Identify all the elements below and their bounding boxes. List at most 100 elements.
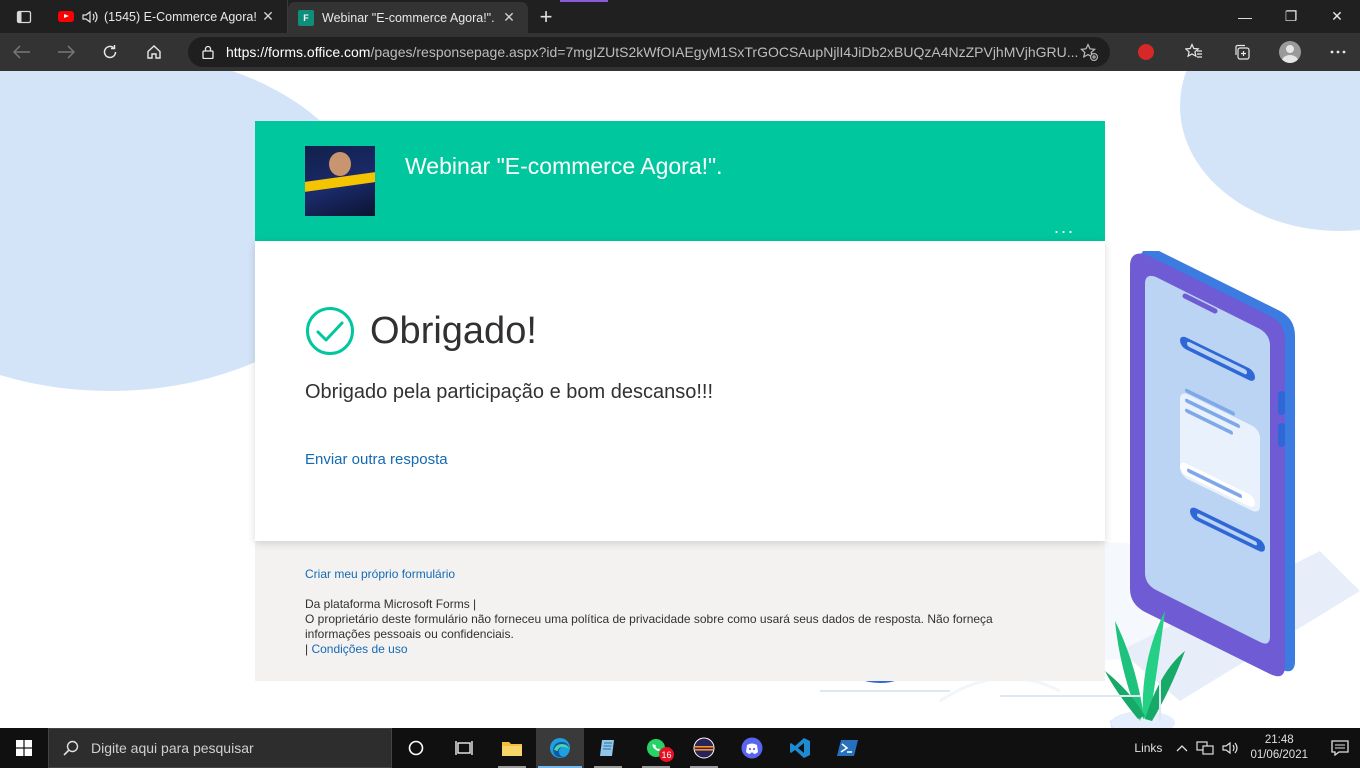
powershell-icon [837,740,858,756]
lock-icon[interactable] [202,45,214,59]
new-tab-button[interactable]: + [528,0,564,33]
thank-you-section: Obrigado! Obrigado pela participação e b… [255,241,1105,541]
file-explorer-button[interactable] [488,728,536,768]
notification-badge: 16 [659,747,674,762]
volume-icon [1222,741,1239,755]
more-options-button[interactable]: ... [1054,217,1075,238]
form-footer: Criar meu próprio formulário Da platafor… [255,541,1105,681]
discord-button[interactable] [728,728,776,768]
clock[interactable]: 21:48 01/06/2021 [1250,733,1308,763]
favorites-button[interactable] [1170,33,1218,71]
response-card: Webinar "E-commerce Agora!". ... Obrigad… [255,121,1105,681]
action-center-button[interactable] [1320,740,1360,756]
start-button[interactable] [0,728,48,768]
settings-more-button[interactable] [1314,33,1360,71]
extension-button[interactable] [1122,33,1170,71]
task-view-button[interactable] [392,728,440,768]
refresh-icon [103,45,117,59]
form-header: Webinar "E-commerce Agora!". ... [255,121,1105,241]
tab-forms[interactable]: F Webinar "E-commerce Agora!". ✕ [288,2,528,33]
show-hidden-icons[interactable] [1176,744,1188,752]
page-viewport: Webinar "E-commerce Agora!". ... Obrigad… [0,71,1360,728]
notepad-app-button[interactable] [584,728,632,768]
system-tray: Links 21:48 01/06/2021 [1134,728,1360,768]
tab-actions-button[interactable] [0,0,48,33]
favorites-icon [1185,43,1202,58]
back-arrow-icon [13,45,30,59]
terms-of-use-link[interactable]: Condições de uso [311,642,407,656]
tab-youtube[interactable]: (1545) E-Commerce Agora! ✕ [48,0,288,33]
search-placeholder: Digite aqui para pesquisar [91,740,254,756]
tab-actions-icon [16,10,32,23]
windows-logo-icon [16,740,32,756]
network-icon [1196,741,1215,755]
vscode-icon [790,738,810,758]
background-blob [1180,71,1360,231]
terms-row: | Condições de uso [305,642,1005,657]
vscode-button[interactable] [776,728,824,768]
close-tab-icon[interactable]: ✕ [500,9,518,26]
minimize-button[interactable]: — [1222,0,1268,33]
close-window-button[interactable]: ✕ [1314,0,1360,33]
submit-another-response-link[interactable]: Enviar outra resposta [305,451,448,468]
platform-text: Da plataforma Microsoft Forms | [305,597,477,611]
links-toolbar[interactable]: Links [1134,741,1162,755]
taskbar: Digite aqui para pesquisar 16 Links 21:4… [0,728,1360,768]
tab-bar: (1545) E-Commerce Agora! ✕ F Webinar "E-… [0,0,1360,33]
folder-icon [502,742,522,756]
create-own-form-link[interactable]: Criar meu próprio formulário [305,567,455,581]
thank-you-heading-row: Obrigado! [305,306,537,356]
clock-time: 21:48 [1264,734,1294,746]
forward-arrow-icon [58,45,75,59]
privacy-text: O proprietário deste formulário não forn… [305,612,993,641]
close-tab-icon[interactable]: ✕ [259,8,277,25]
checkmark-circle-icon [306,307,354,355]
window-controls: — ❐ ✕ [1222,0,1360,33]
cortana-circle-icon [408,740,424,756]
extension-hand-icon [1138,44,1154,60]
eclipse-ide-icon [693,737,715,759]
restore-button[interactable]: ❐ [1268,0,1314,33]
home-icon [147,45,161,59]
eclipse-button[interactable] [680,728,728,768]
collections-button[interactable] [1218,33,1266,71]
network-status[interactable] [1196,741,1215,755]
volume-control[interactable] [1222,741,1239,755]
notifications-icon [1331,740,1349,756]
speaker-icon[interactable] [82,10,98,24]
search-icon [63,740,79,756]
footer-disclaimer: Da plataforma Microsoft Forms | O propri… [305,597,1005,657]
notebook-app-icon [600,740,614,756]
back-button[interactable] [0,33,44,71]
whatsapp-button[interactable]: 16 [632,728,680,768]
profile-avatar [1279,41,1301,63]
tab-title: (1545) E-Commerce Agora! [104,9,257,24]
home-button[interactable] [132,33,176,71]
profile-button[interactable] [1266,33,1314,71]
toolbar: https://forms.office.com/pages/responsep… [0,33,1360,71]
discord-icon [741,737,763,759]
form-title: Webinar "E-commerce Agora!". [405,153,723,179]
thank-you-title: Obrigado! [370,309,537,352]
address-bar[interactable]: https://forms.office.com/pages/responsep… [188,37,1110,67]
edge-browser-icon [550,738,570,758]
tab-drag-indicator [560,0,608,2]
more-icon [1330,50,1346,54]
task-view-button-2[interactable] [440,728,488,768]
collections-icon [1235,44,1250,60]
powershell-button[interactable] [824,728,872,768]
youtube-icon [58,9,74,25]
url-host: forms.office.com [268,44,371,60]
edge-button[interactable] [536,728,584,768]
url-path: /pages/responsepage.aspx?id=7mgIZUtS2kWf… [370,44,1079,60]
url-protocol: https:// [226,44,269,60]
forward-button[interactable] [44,33,88,71]
toolbar-right [1122,33,1360,71]
add-favorite-icon[interactable] [1080,43,1098,61]
header-banner-image [305,146,375,216]
tab-title: Webinar "E-commerce Agora!". [322,10,495,25]
thank-you-message: Obrigado pela participação e bom descans… [305,381,714,403]
refresh-button[interactable] [88,33,132,71]
clock-date: 01/06/2021 [1250,749,1308,761]
taskbar-search-box[interactable]: Digite aqui para pesquisar [48,728,392,768]
